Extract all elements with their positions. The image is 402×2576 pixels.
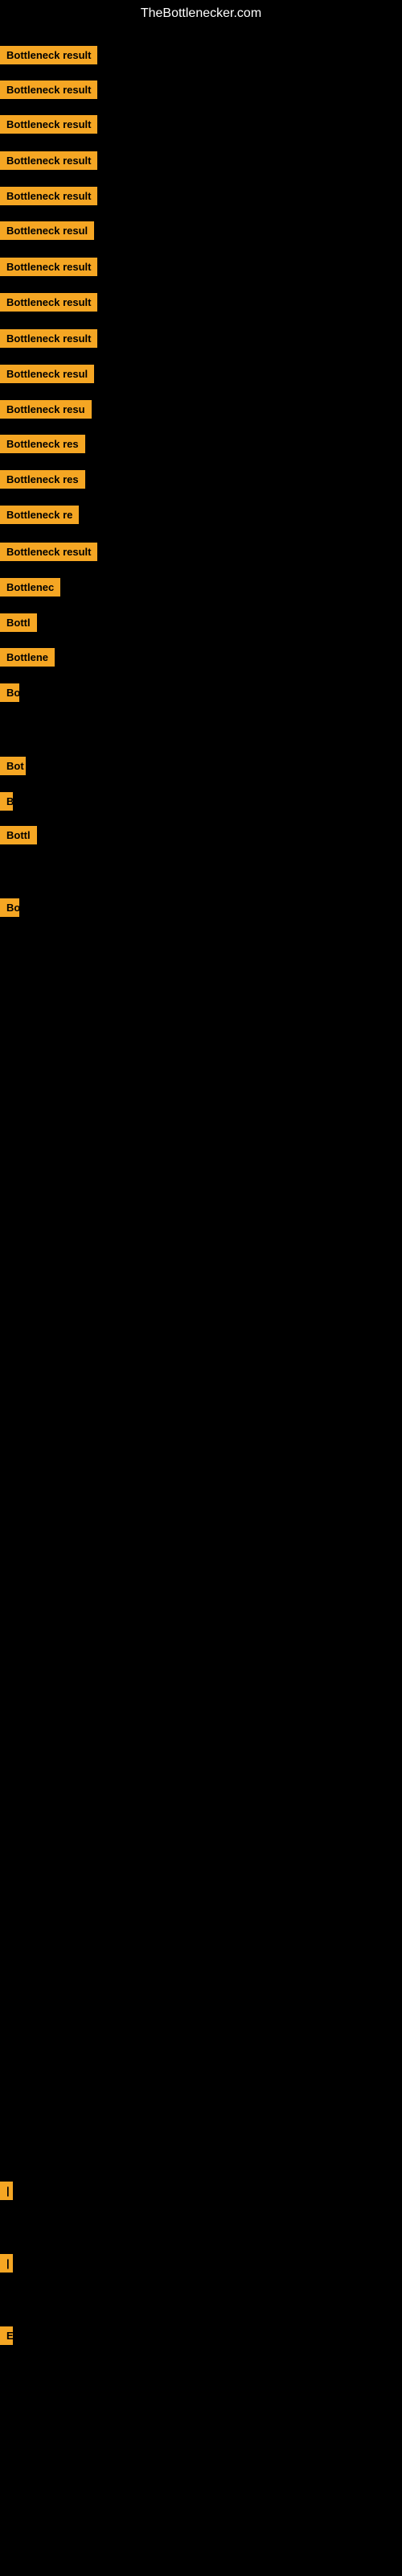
bottleneck-badge-row: Bottleneck result <box>0 293 97 316</box>
bottleneck-badge-row: B <box>0 792 13 815</box>
bottleneck-badge[interactable]: Bot <box>0 757 26 775</box>
bottleneck-badge-row: Bot <box>0 757 26 779</box>
bottleneck-badge-row: Bo <box>0 898 19 921</box>
bottleneck-badge[interactable]: Bottl <box>0 613 37 632</box>
bottleneck-badge-row: Bottlenec <box>0 578 60 601</box>
bottleneck-badge[interactable]: Bottleneck result <box>0 46 97 64</box>
bottleneck-badge[interactable]: Bottleneck re <box>0 506 79 524</box>
bottleneck-badge-row: Bottlene <box>0 648 55 671</box>
bottleneck-badge[interactable]: Bottleneck result <box>0 329 97 348</box>
bottleneck-badge[interactable]: Bottleneck result <box>0 80 97 99</box>
bottleneck-badge-row: Bottleneck result <box>0 543 97 565</box>
bottleneck-badge-row: | <box>0 2182 13 2204</box>
bottleneck-badge-row: Bottleneck result <box>0 115 97 138</box>
bottleneck-badge[interactable]: Bottleneck res <box>0 470 85 489</box>
bottleneck-badge[interactable]: Bottleneck result <box>0 115 97 134</box>
bottleneck-badge[interactable]: Bottleneck result <box>0 293 97 312</box>
bottleneck-badge-row: | <box>0 2254 13 2277</box>
bottleneck-badge[interactable]: Bo <box>0 683 19 702</box>
bottleneck-badge[interactable]: E <box>0 2326 13 2345</box>
bottleneck-badge-row: Bottleneck re <box>0 506 79 528</box>
bottleneck-badge[interactable]: Bottl <box>0 826 37 844</box>
bottleneck-badge[interactable]: Bottleneck result <box>0 187 97 205</box>
bottleneck-badge[interactable]: | <box>0 2182 13 2200</box>
bottleneck-badge-row: Bottleneck resul <box>0 221 94 244</box>
bottleneck-badge-row: Bottleneck result <box>0 46 97 68</box>
bottleneck-badge[interactable]: Bottleneck resul <box>0 365 94 383</box>
bottleneck-badge-row: Bottleneck resu <box>0 400 92 423</box>
bottleneck-badge[interactable]: Bottleneck result <box>0 543 97 561</box>
bottleneck-badge-row: Bottleneck result <box>0 151 97 174</box>
bottleneck-badge-row: Bo <box>0 683 19 706</box>
bottleneck-badge-row: Bottleneck res <box>0 435 85 457</box>
bottleneck-badge-row: Bottleneck result <box>0 329 97 352</box>
bottleneck-badge[interactable]: Bottleneck result <box>0 258 97 276</box>
bottleneck-badge[interactable]: Bottleneck resul <box>0 221 94 240</box>
bottleneck-badge[interactable]: Bottleneck result <box>0 151 97 170</box>
bottleneck-badge[interactable]: B <box>0 792 13 811</box>
bottleneck-badge-row: Bottl <box>0 826 37 848</box>
bottleneck-badge-row: Bottleneck result <box>0 258 97 280</box>
bottleneck-badge[interactable]: Bottleneck res <box>0 435 85 453</box>
bottleneck-badge-row: Bottleneck result <box>0 187 97 209</box>
bottleneck-badge[interactable]: Bottlenec <box>0 578 60 597</box>
bottleneck-badge[interactable]: Bo <box>0 898 19 917</box>
bottleneck-badge-row: Bottleneck res <box>0 470 85 493</box>
bottleneck-badge-row: Bottleneck resul <box>0 365 94 387</box>
bottleneck-badge-row: Bottleneck result <box>0 80 97 103</box>
bottleneck-badge-row: Bottl <box>0 613 37 636</box>
bottleneck-badge[interactable]: Bottlene <box>0 648 55 667</box>
bottleneck-badge-row: E <box>0 2326 13 2349</box>
bottleneck-badge[interactable]: Bottleneck resu <box>0 400 92 419</box>
site-title: TheBottlenecker.com <box>0 0 402 27</box>
bottleneck-badge[interactable]: | <box>0 2254 13 2273</box>
